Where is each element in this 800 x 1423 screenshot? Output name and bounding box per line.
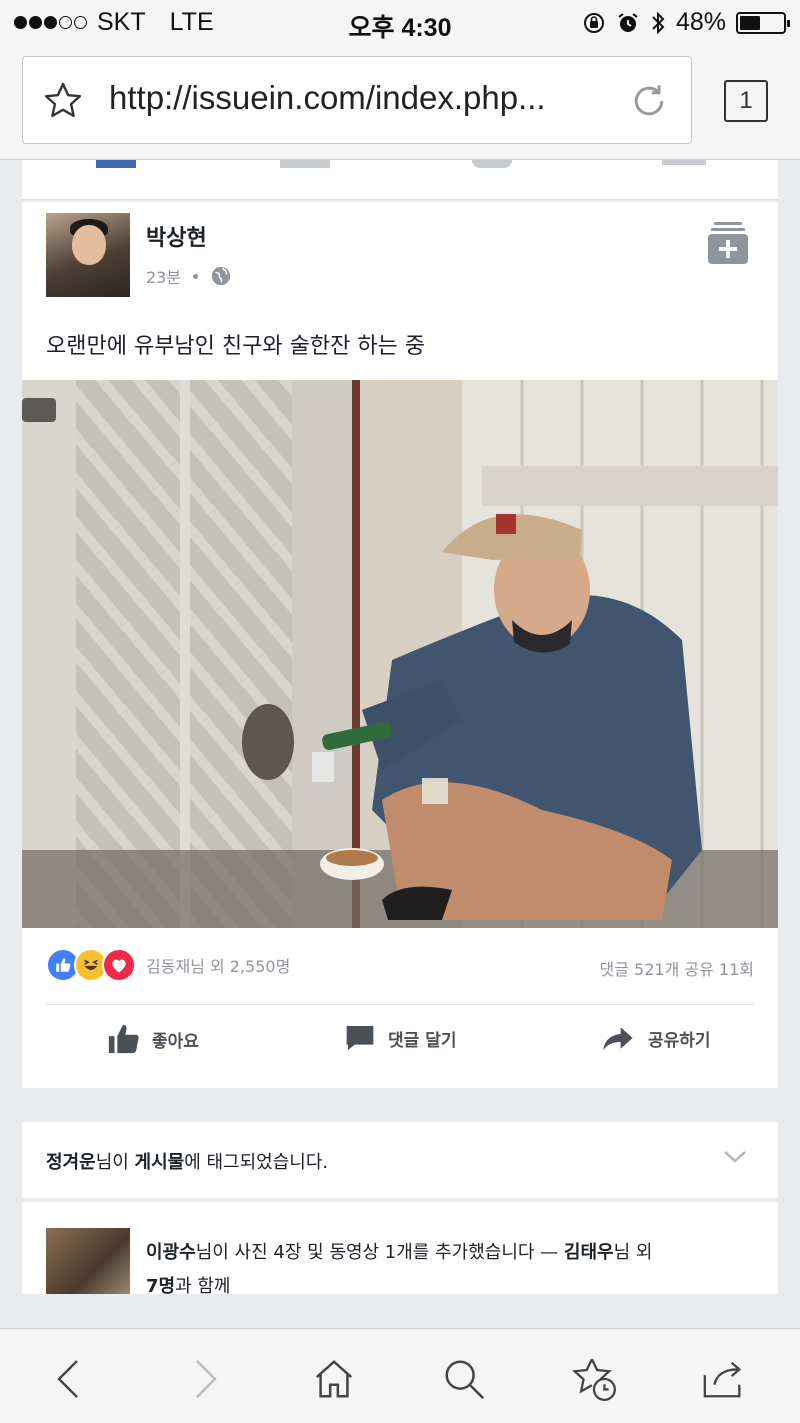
post-time[interactable]: 23분 bbox=[146, 264, 181, 288]
bookmarks-history-button[interactable] bbox=[568, 1353, 620, 1405]
home-icon bbox=[315, 1360, 353, 1398]
url-text[interactable]: http://issuein.com/index.php... bbox=[109, 79, 546, 117]
back-arrow-icon bbox=[57, 1360, 78, 1398]
forward-arrow-icon bbox=[196, 1360, 217, 1398]
activity-avatar[interactable] bbox=[46, 1228, 130, 1294]
notice-target[interactable]: 게시물 bbox=[135, 1152, 185, 1173]
feed-post: 박상현 23분 오랜만에 유부남인 친구와 술한잔 하는 중 김동재님 외 2,… bbox=[22, 202, 778, 1088]
tagged-notice[interactable]: 정겨운님이 게시물에 태그되었습니다. bbox=[22, 1122, 778, 1198]
battery-icon bbox=[736, 11, 790, 34]
post-meta: 23분 bbox=[146, 264, 232, 288]
activity-text-part-3: 과 함께 bbox=[175, 1276, 231, 1294]
photo-illustration bbox=[22, 380, 778, 928]
notice-name[interactable]: 정겨운 bbox=[46, 1152, 96, 1173]
nav-news-feed-icon[interactable] bbox=[96, 160, 136, 168]
bluetooth-icon bbox=[652, 11, 665, 34]
browser-address-area: http://issuein.com/index.php... 1 bbox=[0, 44, 800, 160]
activity-count[interactable]: 7명 bbox=[146, 1276, 175, 1294]
back-button[interactable] bbox=[42, 1353, 94, 1405]
love-reaction-icon bbox=[102, 948, 136, 982]
post-photo[interactable] bbox=[22, 380, 778, 928]
activity-post: 이광수님이 사진 4장 및 동영상 1개를 추가했습니다 — 김태우님 외 7명과… bbox=[22, 1202, 778, 1294]
home-button[interactable] bbox=[308, 1353, 360, 1405]
notice-middle: 님이 bbox=[95, 1152, 135, 1173]
search-button[interactable] bbox=[438, 1353, 490, 1405]
bookmark-star-icon[interactable] bbox=[41, 79, 85, 123]
status-bar: SKT LTE 오후 4:30 48% bbox=[0, 0, 800, 44]
forward-button[interactable] bbox=[180, 1353, 232, 1405]
activity-text-part: 님이 사진 4장 및 동영상 1개를 추가했습니다 — bbox=[195, 1242, 564, 1263]
browser-toolbar bbox=[0, 1328, 800, 1423]
nav-menu-icon[interactable] bbox=[662, 160, 706, 165]
chevron-down-icon[interactable] bbox=[722, 1148, 748, 1166]
post-author[interactable]: 박상현 bbox=[146, 220, 207, 252]
divider bbox=[46, 1004, 754, 1005]
battery-percent: 48% bbox=[675, 8, 726, 36]
activity-text-part-2: 님 외 bbox=[613, 1242, 653, 1263]
post-actions: 좋아요 댓글 달기 공유하기 bbox=[22, 1022, 778, 1072]
avatar[interactable] bbox=[46, 213, 130, 297]
like-label: 좋아요 bbox=[152, 1031, 199, 1052]
reaction-summary[interactable]: 김동재님 외 2,550명 bbox=[46, 948, 290, 982]
post-text: 오랜만에 유부남인 친구와 술한잔 하는 중 bbox=[46, 334, 426, 359]
activity-name-2[interactable]: 김태우 bbox=[564, 1242, 614, 1263]
activity-text: 이광수님이 사진 4장 및 동영상 1개를 추가했습니다 — 김태우님 외 7명과… bbox=[146, 1236, 756, 1294]
address-bar[interactable]: http://issuein.com/index.php... bbox=[22, 56, 692, 144]
facebook-nav-bar bbox=[22, 160, 778, 200]
page-content: 박상현 23분 오랜만에 유부남인 친구와 술한잔 하는 중 김동재님 외 2,… bbox=[0, 160, 800, 1328]
share-button[interactable]: 공유하기 bbox=[600, 1022, 711, 1054]
rotation-lock-icon bbox=[583, 12, 604, 33]
nav-friends-icon[interactable] bbox=[280, 160, 330, 168]
bookmark-history-icon bbox=[571, 1358, 616, 1401]
reaction-names[interactable]: 김동재님 외 2,550명 bbox=[146, 953, 290, 977]
comment-share-counts[interactable]: 댓글 521개 공유 11회 bbox=[600, 956, 754, 980]
save-post-icon[interactable] bbox=[708, 220, 748, 266]
comment-button[interactable]: 댓글 달기 bbox=[344, 1022, 456, 1054]
share-label: 공유하기 bbox=[648, 1030, 711, 1051]
thumbs-up-icon bbox=[108, 1024, 139, 1054]
notice-tail: 에 태그되었습니다. bbox=[184, 1152, 329, 1173]
notice-text: 정겨운님이 게시물에 태그되었습니다. bbox=[46, 1148, 328, 1174]
status-right: 48% bbox=[582, 8, 790, 37]
globe-icon bbox=[211, 266, 231, 286]
nav-messages-icon[interactable] bbox=[472, 160, 512, 168]
search-icon bbox=[445, 1360, 485, 1400]
tab-count-button[interactable]: 1 bbox=[724, 80, 768, 122]
comment-label: 댓글 달기 bbox=[388, 1030, 457, 1051]
reload-icon[interactable] bbox=[627, 79, 671, 123]
share-page-button[interactable] bbox=[698, 1353, 750, 1405]
alarm-icon bbox=[618, 12, 638, 32]
share-page-icon bbox=[703, 1361, 742, 1398]
share-icon bbox=[603, 1027, 633, 1050]
activity-name[interactable]: 이광수 bbox=[146, 1242, 196, 1263]
comment-icon bbox=[346, 1026, 374, 1050]
like-button[interactable]: 좋아요 bbox=[106, 1022, 199, 1056]
